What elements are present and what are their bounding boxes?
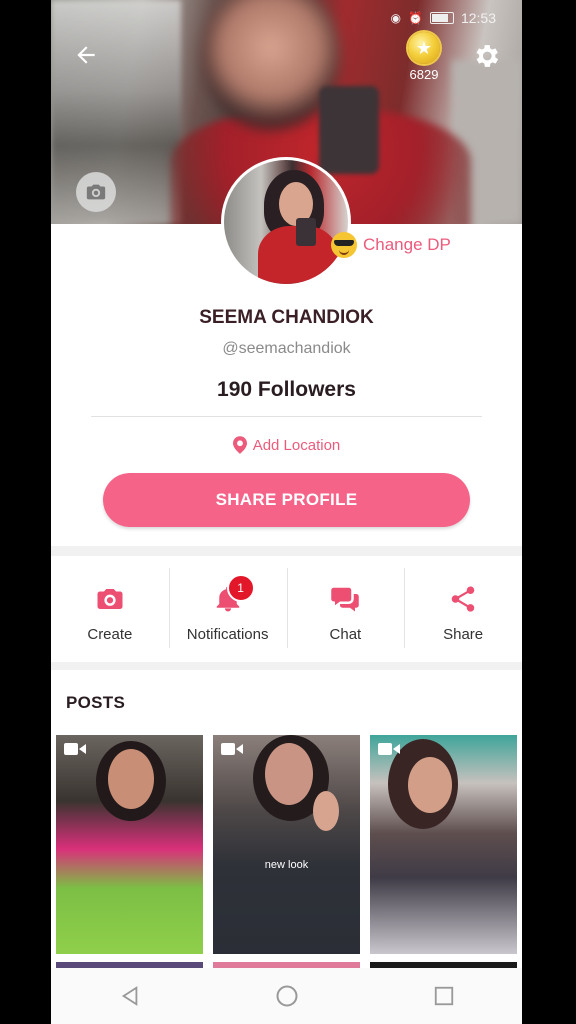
post-thumbnail[interactable]: new look	[213, 735, 360, 954]
posts-heading: POSTS	[66, 693, 126, 712]
cover-camera-button[interactable]	[76, 172, 116, 212]
camera-icon	[97, 588, 123, 609]
location-pin-icon	[232, 436, 247, 454]
section-divider	[51, 662, 522, 670]
video-icon	[64, 743, 86, 755]
back-arrow-icon[interactable]	[73, 42, 103, 72]
status-time: 12:53	[460, 10, 496, 26]
profile-name: SEEMA CHANDIOK	[199, 307, 374, 328]
coin-icon[interactable]: ★	[408, 32, 440, 64]
create-label: Create	[87, 625, 133, 643]
nav-home-button[interactable]	[267, 976, 307, 1016]
add-location-label: Add Location	[252, 436, 341, 454]
notification-badge: 1	[226, 573, 255, 602]
share-label: Share	[443, 625, 484, 643]
profile-handle: @seemachandiok	[222, 340, 351, 357]
post-thumbnail[interactable]	[370, 735, 517, 954]
video-icon	[378, 743, 400, 755]
sunglasses-emoji-icon	[331, 232, 357, 258]
status-bar: ◉ ⏰ 12:53	[391, 10, 496, 26]
nav-recents-button[interactable]	[424, 976, 464, 1016]
video-icon	[221, 743, 243, 755]
action-bar: Create 1 Notifications Chat Share	[51, 556, 522, 662]
triangle-back-icon	[121, 986, 137, 1006]
add-location-link[interactable]: Add Location	[51, 436, 522, 454]
eye-icon: ◉	[390, 11, 401, 25]
section-divider	[51, 546, 522, 556]
divider	[91, 416, 482, 417]
profile-avatar[interactable]	[221, 157, 351, 287]
share-profile-button[interactable]: SHARE PROFILE	[103, 473, 470, 527]
followers-count[interactable]: 190 Followers	[51, 378, 522, 402]
settings-gear-icon[interactable]	[471, 41, 501, 71]
notifications-button[interactable]: 1 Notifications	[168, 556, 287, 662]
square-recents-icon	[434, 986, 453, 1006]
chat-icon	[331, 587, 360, 611]
create-button[interactable]: Create	[51, 556, 169, 662]
camera-icon	[86, 184, 106, 200]
system-nav-bar	[51, 968, 522, 1024]
chat-label: Chat	[329, 625, 362, 643]
nav-back-button[interactable]	[110, 976, 150, 1016]
post-thumbnail[interactable]	[56, 735, 203, 954]
notifications-label: Notifications	[186, 625, 269, 643]
alarm-icon: ⏰	[408, 11, 423, 25]
battery-icon	[429, 12, 454, 24]
share-icon	[451, 585, 475, 612]
change-dp-label: Change DP	[363, 235, 451, 254]
circle-home-icon	[276, 985, 297, 1007]
chat-button[interactable]: Chat	[286, 556, 405, 662]
change-dp-button[interactable]: Change DP	[331, 232, 451, 258]
post-caption: new look	[264, 859, 309, 871]
coin-count: 6829	[409, 67, 439, 82]
profile-screen: ◉ ⏰ 12:53 ★ 6829 Change DP SEEMA CHANDIO…	[51, 0, 522, 1024]
share-button[interactable]: Share	[404, 556, 522, 662]
